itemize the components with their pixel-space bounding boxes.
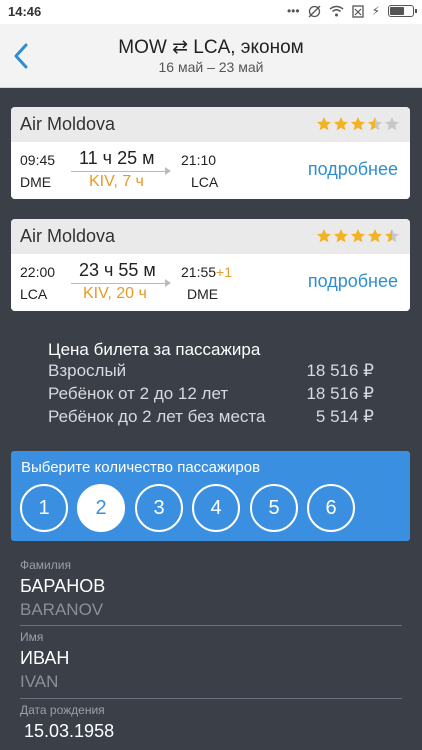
price-title: Цена билета за пассажира bbox=[48, 340, 261, 359]
status-time: 14:46 bbox=[8, 4, 42, 19]
passenger-option-4[interactable]: 4 bbox=[192, 484, 240, 532]
flight-duration: 23 ч 55 м bbox=[79, 260, 156, 280]
passenger-option-3[interactable]: 3 bbox=[135, 484, 183, 532]
passenger-option-1[interactable]: 1 bbox=[20, 484, 68, 532]
arrow-head-icon bbox=[165, 167, 171, 175]
arrive-airport: DME bbox=[187, 286, 219, 302]
flight-duration: 11 ч 25 м bbox=[79, 148, 155, 168]
trip-dates: 16 май – 23 май bbox=[158, 59, 264, 75]
passenger-count-selector: Выберите количество пассажиров 1 2 3 4 5… bbox=[11, 451, 410, 541]
depart-airport: LCA bbox=[20, 286, 48, 302]
flight-card-return[interactable]: Air Moldova 22:00 LCA 23 ч 55 м KIV, 20 … bbox=[11, 219, 410, 311]
transfer-info: KIV, 7 ч bbox=[89, 173, 144, 190]
surname-field[interactable]: Фамилия БАРАНОВ BARANOV bbox=[20, 558, 402, 626]
price-label: Ребёнок от 2 до 12 лет bbox=[48, 384, 229, 403]
birthdate-value[interactable]: 15.03.1958 bbox=[24, 721, 402, 742]
surname-label: Фамилия bbox=[20, 558, 71, 572]
price-row-child: Ребёнок от 2 до 12 лет 18 516 ₽ bbox=[48, 384, 378, 406]
price-value: 18 516 ₽ bbox=[306, 384, 374, 403]
rating-stars bbox=[316, 116, 400, 132]
arrive-time: 21:55+1 bbox=[181, 264, 232, 280]
star-icon bbox=[351, 229, 365, 243]
sim-icon bbox=[351, 4, 364, 18]
star-icon bbox=[368, 117, 382, 131]
flight-details: 22:00 LCA 23 ч 55 м KIV, 20 ч 21:55+1 DM… bbox=[11, 254, 410, 311]
route-line bbox=[71, 167, 171, 175]
dots-icon: ••• bbox=[286, 4, 300, 18]
depart-time: 22:00 bbox=[20, 264, 56, 280]
star-icon bbox=[385, 229, 399, 243]
app-header: MOW ⇄ LCA, эконом 16 май – 23 май bbox=[0, 24, 422, 88]
star-icon bbox=[317, 229, 331, 243]
wifi-icon bbox=[329, 5, 344, 17]
star-icon bbox=[334, 229, 348, 243]
airline-bar: Air Moldova bbox=[11, 219, 410, 254]
price-value: 5 514 ₽ bbox=[315, 407, 374, 426]
details-link[interactable]: подробнее bbox=[308, 159, 398, 180]
surname-translit: BARANOV bbox=[20, 600, 104, 619]
price-row-infant: Ребёнок до 2 лет без места 5 514 ₽ bbox=[48, 407, 378, 429]
airline-bar: Air Moldova bbox=[11, 107, 410, 142]
rating-stars bbox=[316, 228, 400, 244]
passenger-count-label: Выберите количество пассажиров bbox=[21, 459, 261, 476]
birthdate-label: Дата рождения bbox=[20, 703, 105, 717]
arrive-time-value: 21:55 bbox=[181, 264, 217, 280]
passenger-option-5[interactable]: 5 bbox=[250, 484, 298, 532]
arrive-airport: LCA bbox=[191, 174, 219, 190]
route-line bbox=[71, 279, 171, 287]
passenger-option-2[interactable]: 2 bbox=[77, 484, 125, 532]
name-field[interactable]: Имя ИВАН IVAN bbox=[20, 630, 402, 699]
price-label: Взрослый bbox=[48, 361, 127, 380]
name-label: Имя bbox=[20, 630, 44, 644]
star-icon bbox=[385, 117, 399, 131]
status-bar: 14:46 ••• ⚡ bbox=[0, 0, 422, 24]
name-translit: IVAN bbox=[20, 672, 59, 691]
sync-off-icon bbox=[308, 5, 321, 17]
airline-name: Air Moldova bbox=[20, 114, 116, 134]
status-icons: ••• ⚡ bbox=[286, 4, 417, 18]
arrow-head-icon bbox=[165, 279, 171, 287]
price-summary: Цена билета за пассажира Взрослый 18 516… bbox=[48, 340, 378, 429]
price-value: 18 516 ₽ bbox=[306, 361, 374, 380]
star-icon bbox=[317, 117, 331, 131]
star-icon bbox=[351, 117, 365, 131]
charge-icon: ⚡ bbox=[371, 4, 380, 18]
depart-time: 09:45 bbox=[20, 152, 56, 168]
price-row-adult: Взрослый 18 516 ₽ bbox=[48, 361, 378, 383]
route-title: MOW ⇄ LCA, эконом bbox=[118, 37, 304, 58]
name-value[interactable]: ИВАН bbox=[20, 648, 402, 669]
arrive-day-offset: +1 bbox=[216, 264, 233, 280]
depart-airport: DME bbox=[20, 174, 52, 190]
battery-icon bbox=[388, 5, 417, 17]
price-label: Ребёнок до 2 лет без места bbox=[48, 407, 266, 426]
flight-details: 09:45 DME 11 ч 25 м KIV, 7 ч 21:10 LCA п… bbox=[11, 142, 410, 199]
transfer-info: KIV, 20 ч bbox=[83, 285, 147, 302]
passenger-option-6[interactable]: 6 bbox=[307, 484, 355, 532]
birthdate-field[interactable]: Дата рождения 15.03.1958 bbox=[20, 703, 402, 750]
battery-fill bbox=[390, 7, 405, 15]
arrive-time-value: 21:10 bbox=[181, 152, 217, 168]
star-icon bbox=[368, 229, 382, 243]
details-link[interactable]: подробнее bbox=[308, 271, 398, 292]
star-icon bbox=[334, 117, 348, 131]
arrive-time: 21:10 bbox=[181, 152, 216, 168]
flight-card-outbound[interactable]: Air Moldova 09:45 DME 11 ч 25 м KIV, 7 ч… bbox=[11, 107, 410, 199]
airline-name: Air Moldova bbox=[20, 226, 116, 246]
surname-value[interactable]: БАРАНОВ bbox=[20, 576, 402, 597]
